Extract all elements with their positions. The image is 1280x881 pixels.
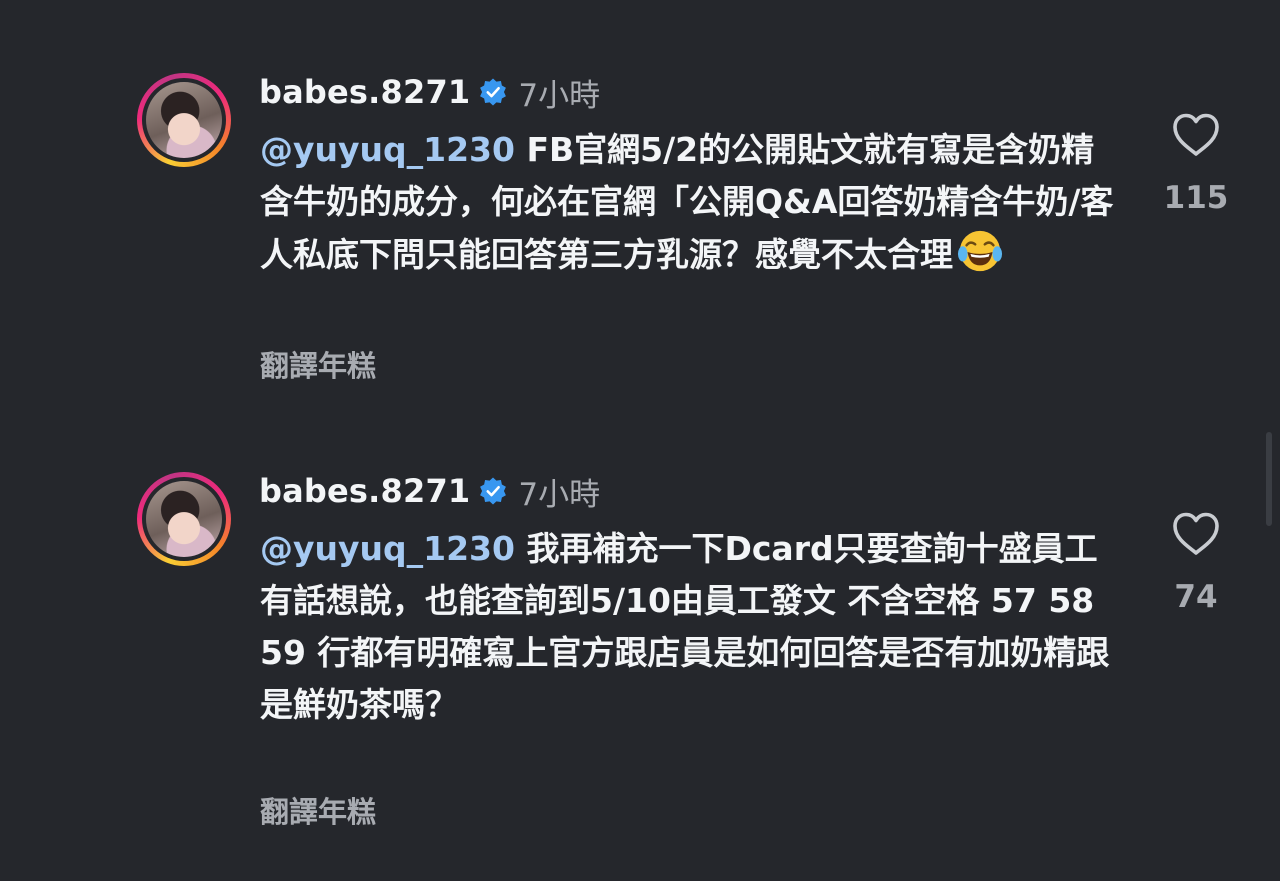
comment-header: babes.8271 7小時 [259, 72, 601, 114]
tears-of-joy-emoji-icon [957, 230, 1003, 272]
comment-text: @yuyuq_1230 FB官網5/2的公開貼文就有寫是含奶精含牛奶的成分，何必… [260, 124, 1120, 281]
like-control: 74 [1160, 511, 1232, 615]
translate-button[interactable]: 翻譯年糕 [260, 343, 376, 385]
avatar[interactable] [146, 481, 222, 557]
avatar-gap [142, 78, 226, 162]
avatar-story-ring[interactable] [137, 73, 231, 167]
like-count: 115 [1163, 180, 1229, 216]
avatar[interactable] [146, 82, 222, 158]
comment-header: babes.8271 7小時 [259, 471, 601, 513]
username-link[interactable]: babes.8271 [259, 73, 470, 111]
scrollbar[interactable] [1266, 432, 1272, 526]
avatar-story-ring[interactable] [137, 472, 231, 566]
mention-link[interactable]: @yuyuq_1230 [260, 529, 515, 568]
comment-text: @yuyuq_1230 我再補充一下Dcard只要查詢十盛員工有話想說，也能查詢… [260, 523, 1120, 731]
like-count: 74 [1174, 579, 1218, 615]
verified-badge-icon [480, 78, 507, 106]
username-link[interactable]: babes.8271 [259, 472, 470, 510]
avatar-gap [142, 477, 226, 561]
verified-badge-icon [480, 477, 507, 505]
heart-outline-icon[interactable] [1171, 511, 1221, 557]
heart-outline-icon[interactable] [1171, 112, 1221, 158]
timestamp: 7小時 [518, 77, 601, 114]
like-control: 115 [1160, 112, 1232, 216]
translate-button[interactable]: 翻譯年糕 [260, 789, 376, 831]
timestamp: 7小時 [518, 476, 601, 513]
mention-link[interactable]: @yuyuq_1230 [260, 130, 515, 169]
